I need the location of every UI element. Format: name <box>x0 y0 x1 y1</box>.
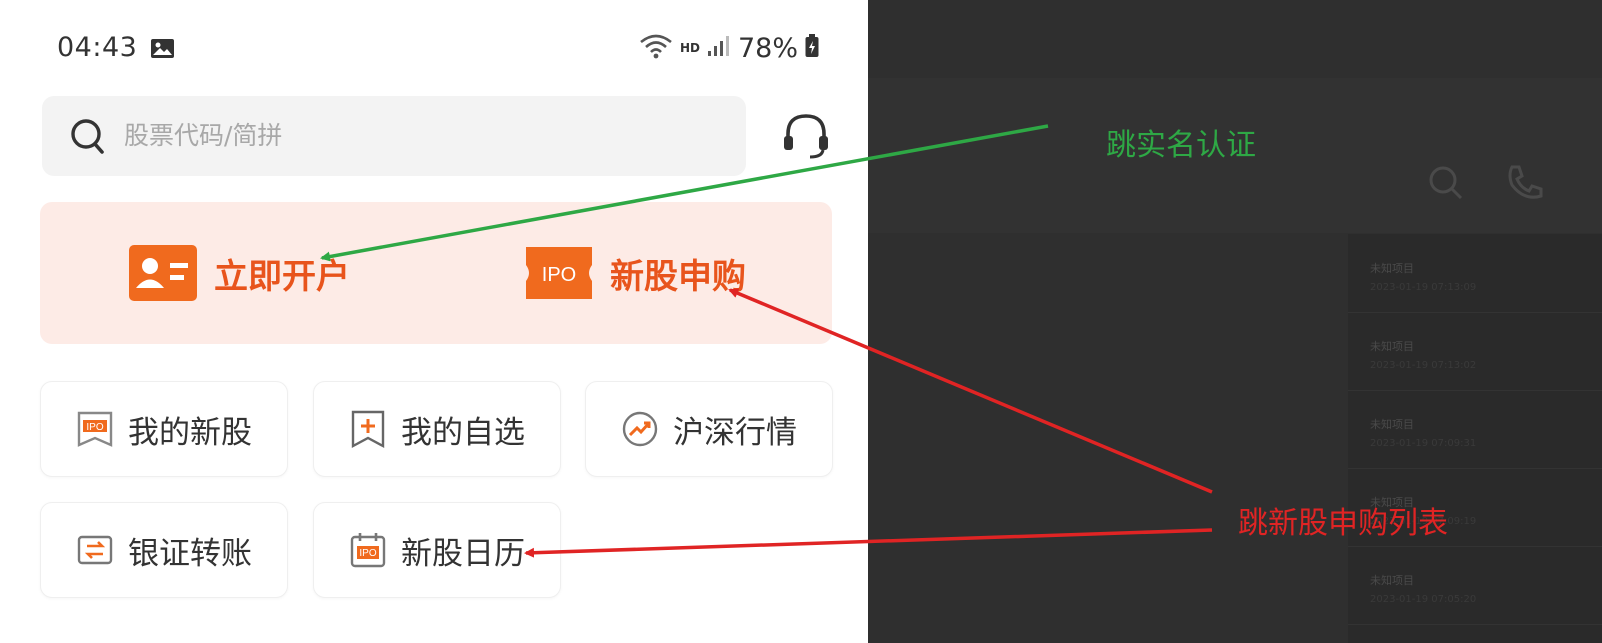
battery-icon <box>805 34 819 62</box>
app-home-panel: 04:43 HD 78% 股票代码/简拼 立即开户 IPO 新股申购 IPO 我… <box>0 0 868 643</box>
tile-label: 我的新股 <box>128 414 252 451</box>
ipo-ticket-text: IPO <box>542 264 576 286</box>
record-title: 未知项目 <box>1370 340 1414 353</box>
promo-banner: 立即开户 IPO 新股申购 <box>40 202 832 344</box>
ipo-subscribe-button[interactable]: IPO 新股申购 <box>524 243 746 303</box>
list-item: 未知项目 2023-01-19 07:13:09 <box>1348 234 1602 313</box>
status-indicators: HD 78% <box>639 28 819 68</box>
bookmark-plus-icon <box>349 410 387 448</box>
ipo-flag-icon: IPO <box>76 410 114 448</box>
signal-icon <box>707 35 731 61</box>
gallery-icon <box>150 38 175 59</box>
tile-my-watchlist[interactable]: 我的自选 <box>313 381 561 477</box>
list-item: 未知项目 2023-01-19 07:09:31 <box>1348 390 1602 469</box>
transfer-icon <box>76 531 114 569</box>
record-title: 未知项目 <box>1370 262 1414 275</box>
record-time: 2023-01-19 07:13:09 <box>1370 282 1477 293</box>
tile-label: 我的自选 <box>401 414 525 451</box>
tile-label: 沪深行情 <box>673 414 797 451</box>
svg-text:IPO: IPO <box>86 422 103 433</box>
customer-service-headset-icon[interactable] <box>780 110 832 162</box>
tile-label: 银证转账 <box>128 535 252 572</box>
trend-chart-icon <box>621 410 659 448</box>
ipo-calendar-icon: IPO <box>349 531 387 569</box>
status-bar: 04:43 HD 78% <box>57 28 819 68</box>
phone-icon <box>1504 163 1544 203</box>
tile-market-quotes[interactable]: 沪深行情 <box>585 381 833 477</box>
list-item: 未知项目 2023-01-19 07:05:20 <box>1348 546 1602 625</box>
stock-search-bar[interactable]: 股票代码/简拼 <box>42 96 746 176</box>
hd-badge: HD <box>679 41 700 55</box>
ipo-subscribe-label: 新股申购 <box>610 256 746 297</box>
search-icon <box>1426 163 1466 203</box>
annotation-ipo-list-note: 跳新股申购列表 <box>1238 506 1448 541</box>
search-placeholder: 股票代码/简拼 <box>124 121 283 150</box>
open-account-label: 立即开户 <box>214 256 350 297</box>
overlay-record-list: 未知项目 2023-01-19 07:13:09 未知项目 2023-01-19… <box>1348 234 1602 643</box>
record-time: 2023-01-19 07:05:20 <box>1370 594 1477 605</box>
ipo-ticket-icon: IPO <box>524 243 594 303</box>
wifi-icon <box>639 33 673 63</box>
background-app-overlay: 未知项目 2023-01-19 07:13:09 未知项目 2023-01-19… <box>868 0 1602 643</box>
search-icon <box>70 116 106 156</box>
tile-bank-transfer[interactable]: 银证转账 <box>40 502 288 598</box>
record-title: 未知项目 <box>1370 574 1414 587</box>
open-account-button[interactable]: 立即开户 <box>128 243 350 303</box>
tile-my-ipo[interactable]: IPO 我的新股 <box>40 381 288 477</box>
id-card-icon <box>128 243 198 303</box>
tile-ipo-calendar[interactable]: IPO 新股日历 <box>313 502 561 598</box>
status-time: 04:43 <box>57 32 138 63</box>
record-time: 2023-01-19 07:09:31 <box>1370 438 1477 449</box>
svg-text:IPO: IPO <box>359 548 376 559</box>
battery-level: 78% <box>737 32 798 64</box>
annotation-realname-note: 跳实名认证 <box>1106 128 1256 163</box>
record-time: 2023-01-19 07:13:02 <box>1370 360 1477 371</box>
tile-label: 新股日历 <box>401 535 525 572</box>
record-title: 未知项目 <box>1370 418 1414 431</box>
list-item: 未知项目 2023-01-19 07:13:02 <box>1348 312 1602 391</box>
